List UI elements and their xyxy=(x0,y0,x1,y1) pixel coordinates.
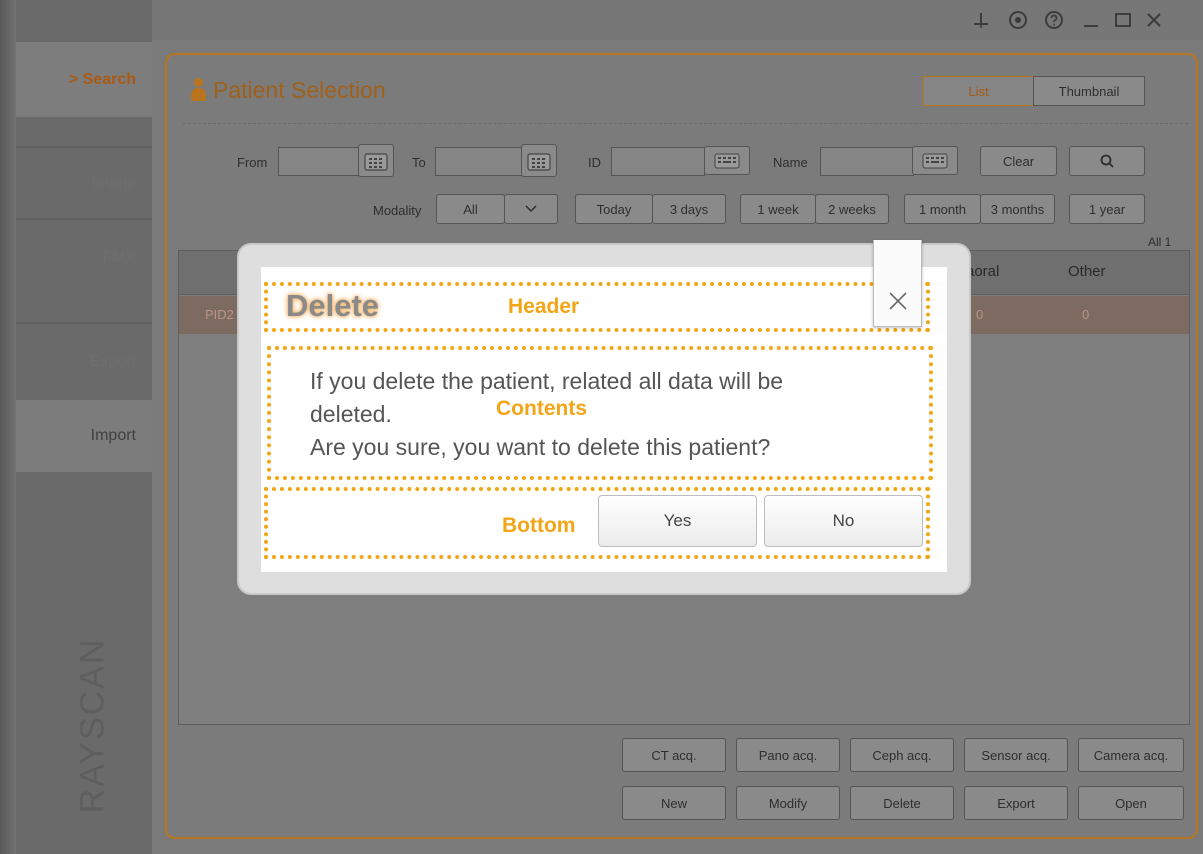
name-label: Name xyxy=(773,155,808,170)
sidebar-item-label: FMX xyxy=(102,249,136,266)
column-header-intraoral[interactable]: aoral xyxy=(966,263,999,280)
period-3days-button[interactable]: 3 days xyxy=(652,194,726,224)
to-date-input[interactable] xyxy=(435,147,523,176)
message-line: If you delete the patient, related all d… xyxy=(310,368,784,394)
modality-dropdown-button[interactable] xyxy=(504,194,558,224)
period-1year-button[interactable]: 1 year xyxy=(1069,194,1145,224)
sidebar-item-search[interactable]: > Search xyxy=(16,42,152,117)
calendar-icon[interactable] xyxy=(521,144,557,177)
search-icon xyxy=(1100,154,1114,168)
page-title: Patient Selection xyxy=(213,77,386,103)
header-zone-label: Header xyxy=(508,295,580,318)
help-icon[interactable] xyxy=(1042,8,1066,32)
to-label: To xyxy=(412,155,426,170)
name-input[interactable] xyxy=(820,147,914,176)
cell-intraoral: 0 xyxy=(976,307,984,322)
calendar-icon[interactable] xyxy=(358,144,394,177)
keyboard-icon[interactable] xyxy=(912,146,958,175)
open-button[interactable]: Open xyxy=(1078,786,1184,820)
period-today-button[interactable]: Today xyxy=(575,194,653,224)
column-header-other[interactable]: Other xyxy=(1068,263,1106,280)
export-button[interactable]: Export xyxy=(964,786,1068,820)
message-line: deleted. xyxy=(310,401,392,427)
close-icon xyxy=(874,288,921,318)
sidebar-item-image[interactable]: Image xyxy=(16,150,152,218)
modality-label: Modality xyxy=(373,203,422,218)
sidebar-item-fmx[interactable]: FMX xyxy=(16,222,152,294)
sidebar-item-label: Image xyxy=(91,175,136,192)
id-label: ID xyxy=(588,155,601,170)
chevron-down-icon xyxy=(525,205,537,213)
maximize-icon[interactable] xyxy=(1111,8,1135,32)
title-divider xyxy=(183,123,1188,125)
sensor-acq-button[interactable]: Sensor acq. xyxy=(964,738,1068,772)
dialog-message: If you delete the patient, related all d… xyxy=(310,365,910,464)
patient-icon xyxy=(190,78,206,102)
sidebar-edge xyxy=(0,0,16,854)
cell-other: 0 xyxy=(1082,307,1090,322)
pano-acq-button[interactable]: Pano acq. xyxy=(736,738,840,772)
period-1month-button[interactable]: 1 month xyxy=(904,194,981,224)
ceph-acq-button[interactable]: Ceph acq. xyxy=(850,738,954,772)
sidebar-item-import[interactable]: Import xyxy=(16,400,152,472)
period-1week-button[interactable]: 1 week xyxy=(740,194,816,224)
result-count: All 1 xyxy=(1148,235,1172,249)
ct-acq-button[interactable]: CT acq. xyxy=(622,738,726,772)
cell-patient-id: PID2 xyxy=(205,307,234,322)
from-label: From xyxy=(237,155,268,170)
dialog-title: Delete xyxy=(286,288,380,323)
dialog-close-button[interactable] xyxy=(873,240,922,327)
sidebar-item-label: Export xyxy=(89,353,136,370)
clear-button[interactable]: Clear xyxy=(980,146,1057,176)
delete-button[interactable]: Delete xyxy=(850,786,954,820)
minimize-icon[interactable] xyxy=(1079,8,1103,32)
message-line: Are you sure, you want to delete this pa… xyxy=(310,434,771,460)
camera-acq-button[interactable]: Camera acq. xyxy=(1078,738,1184,772)
bottom-zone-label: Bottom xyxy=(502,514,576,537)
sidebar-item-export[interactable]: Export xyxy=(16,326,152,398)
id-input[interactable] xyxy=(611,147,705,176)
sidebar-item-label: Import xyxy=(90,427,136,444)
new-button[interactable]: New xyxy=(622,786,726,820)
pin-icon[interactable] xyxy=(969,8,993,32)
sidebar-divider xyxy=(16,146,152,148)
from-date-input[interactable] xyxy=(278,147,360,176)
search-button[interactable] xyxy=(1069,146,1145,176)
tab-list[interactable]: List xyxy=(923,76,1034,106)
modify-button[interactable]: Modify xyxy=(736,786,840,820)
sidebar-divider xyxy=(16,322,152,324)
keyboard-icon[interactable] xyxy=(704,146,750,175)
settings-icon[interactable] xyxy=(1006,8,1030,32)
yes-button[interactable]: Yes xyxy=(598,495,757,547)
no-button[interactable]: No xyxy=(764,495,923,547)
modality-select[interactable]: All xyxy=(436,194,505,224)
sidebar-divider xyxy=(16,218,152,220)
contents-zone-label: Contents xyxy=(496,397,587,420)
period-2weeks-button[interactable]: 2 weeks xyxy=(815,194,889,224)
sidebar-item-label: > Search xyxy=(68,70,136,88)
brand-logo: RAYSCAN xyxy=(73,637,112,813)
close-icon[interactable] xyxy=(1142,8,1166,32)
tab-thumbnail[interactable]: Thumbnail xyxy=(1033,76,1145,106)
period-3months-button[interactable]: 3 months xyxy=(980,194,1055,224)
